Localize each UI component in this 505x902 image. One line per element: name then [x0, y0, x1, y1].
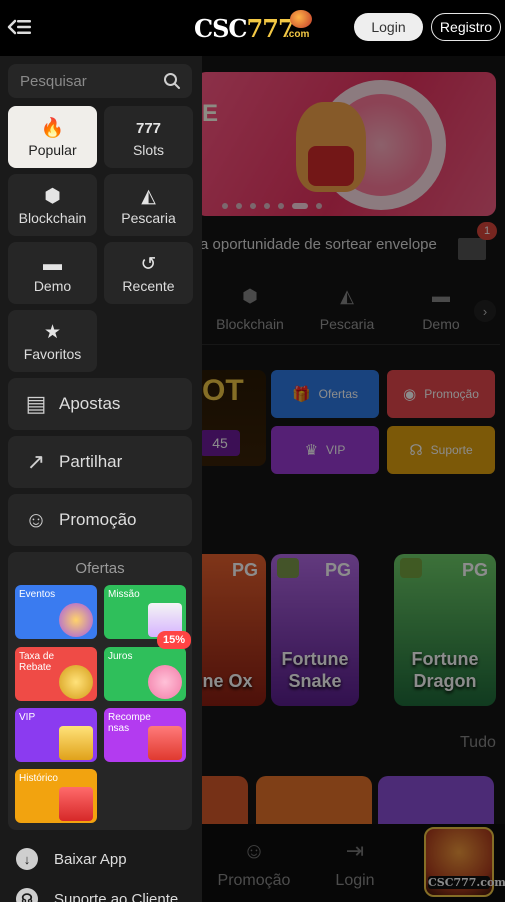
menu-partilhar[interactable]: ↗ Partilhar	[8, 436, 192, 488]
tile-label: Demo	[33, 278, 72, 294]
offer-juros[interactable]: Juros	[104, 647, 186, 701]
category-favoritos[interactable]: ★ Favoritos	[8, 310, 97, 372]
coins-icon	[59, 665, 93, 699]
headset-icon: ☊	[16, 888, 38, 902]
piggy-bank-icon	[148, 665, 182, 699]
fire-icon: 🔥	[40, 118, 65, 139]
menu-label: Promoção	[59, 510, 137, 529]
menu-promocao[interactable]: ☺ Promoção	[8, 494, 192, 546]
offer-label: Taxa de Rebate	[19, 651, 55, 673]
category-pescaria[interactable]: ◭ Pescaria	[104, 174, 193, 236]
offer-historico[interactable]: Histórico	[15, 769, 97, 823]
category-popular[interactable]: 🔥 Popular	[8, 106, 97, 168]
offer-label: Histórico	[19, 773, 58, 784]
category-blockchain[interactable]: ⬢ Blockchain	[8, 174, 97, 236]
tile-label: Pescaria	[121, 210, 176, 226]
gift-box-icon	[59, 787, 93, 821]
shark-icon: ◭	[141, 186, 156, 207]
collapse-menu-button[interactable]	[6, 14, 34, 40]
crown-icon	[59, 726, 93, 760]
top-bar: CSC777 .com Login Registro	[0, 0, 505, 56]
tile-label: Popular	[28, 142, 77, 158]
gift-icon	[148, 726, 182, 760]
login-button[interactable]: Login	[354, 13, 423, 41]
offer-label: VIP	[19, 712, 36, 723]
offer-label: Juros	[108, 651, 133, 662]
register-button[interactable]: Registro	[431, 13, 501, 41]
side-drawer: 🔥Popular 777Slots ⬢Blockchain ◭Pescaria …	[0, 56, 202, 902]
site-logo[interactable]: CSC777 .com	[194, 10, 322, 46]
link-label: Suporte ao Cliente	[54, 890, 179, 902]
app-screen: CSC777 .com Login Registro E a oportunid…	[0, 0, 505, 902]
logo-suffix: .com	[286, 29, 310, 40]
menu-label: Partilhar	[59, 452, 123, 471]
category-recente[interactable]: ↺ Recente	[104, 242, 193, 304]
share-icon: ↗	[26, 449, 46, 474]
slots-777-icon: 777	[135, 120, 162, 137]
search-icon[interactable]	[163, 72, 181, 90]
ofertas-panel: Ofertas Eventos Missão Taxa de Rebate Ju…	[8, 552, 192, 830]
menu-label: Apostas	[59, 394, 121, 413]
category-demo[interactable]: ▬ Demo	[8, 242, 97, 304]
tile-label: Recente	[122, 278, 175, 294]
customer-support-link[interactable]: ☊ Suporte ao Cliente	[16, 888, 178, 902]
event-medal-icon	[59, 603, 93, 637]
offer-taxa-de-rebate[interactable]: Taxa de Rebate	[15, 647, 97, 701]
offer-vip[interactable]: VIP	[15, 708, 97, 762]
juros-percent-badge: 15%	[157, 631, 191, 649]
star-icon: ★	[43, 322, 62, 343]
history-icon: ↺	[140, 254, 157, 275]
menu-collapse-icon	[7, 19, 31, 35]
tile-label: Blockchain	[18, 210, 87, 226]
offer-label: Eventos	[19, 589, 56, 600]
bets-icon: ▤	[25, 391, 47, 416]
menu-apostas[interactable]: ▤ Apostas	[8, 378, 192, 430]
category-slots[interactable]: 777 Slots	[104, 106, 193, 168]
download-icon: ↓	[16, 848, 38, 870]
download-app-link[interactable]: ↓ Baixar App	[16, 848, 127, 870]
tile-label: Favoritos	[23, 346, 82, 362]
people-icon: ☺	[24, 507, 48, 532]
offer-eventos[interactable]: Eventos	[15, 585, 97, 639]
blockchain-icon: ⬢	[44, 186, 61, 207]
gamepad-icon: ▬	[43, 254, 62, 275]
offer-label: Missão	[108, 589, 140, 600]
logo-main: CSC	[194, 13, 248, 43]
offer-recompensas[interactable]: Recompensas	[104, 708, 186, 762]
tile-label: Slots	[132, 142, 165, 158]
ofertas-title: Ofertas	[75, 560, 125, 577]
link-label: Baixar App	[54, 850, 127, 868]
tiger-mascot-icon	[290, 10, 312, 28]
